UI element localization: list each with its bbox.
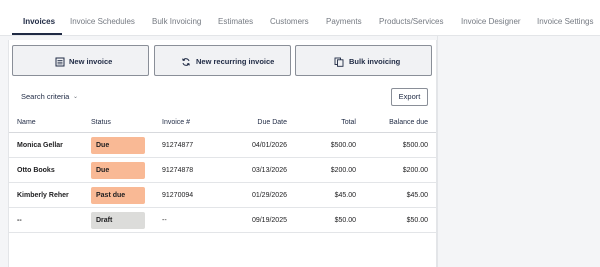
status-badge: Due: [91, 137, 145, 154]
total-amount: $200.00: [330, 167, 356, 174]
panel-divider: [437, 36, 438, 267]
due-date: 01/29/2026: [251, 192, 287, 199]
column-header-total[interactable]: Total: [341, 119, 356, 126]
column-header-balance-due[interactable]: Balance due: [389, 119, 428, 126]
balance-due: $45.00: [406, 192, 428, 199]
recurring-icon: [182, 58, 190, 66]
new-invoice-label: New invoice: [69, 57, 113, 66]
column-header-name[interactable]: Name: [17, 119, 36, 126]
customer-name[interactable]: Monica Gellar: [17, 142, 63, 149]
total-amount: $50.00: [334, 217, 356, 224]
bulk-invoicing-label: Bulk invoicing: [349, 57, 401, 66]
status-badge: Due: [91, 162, 145, 179]
table-row[interactable]: Otto Books Due 91274878 03/13/2026 $200.…: [9, 158, 436, 183]
search-criteria-dropdown[interactable]: Search criteria: [21, 92, 69, 101]
status-badge: Draft: [91, 212, 145, 229]
total-amount: $500.00: [330, 142, 356, 149]
tab-bulk-invoicing[interactable]: Bulk Invoicing: [152, 17, 201, 26]
tab-bar: Invoices Invoice Schedules Bulk Invoicin…: [0, 0, 600, 36]
due-date: 03/13/2026: [251, 167, 287, 174]
new-recurring-invoice-label: New recurring invoice: [196, 57, 275, 66]
total-amount: $45.00: [334, 192, 356, 199]
invoice-number[interactable]: 91274877: [162, 142, 193, 149]
table-row[interactable]: Monica Gellar Due 91274877 04/01/2026 $5…: [9, 133, 436, 158]
status-badge: Past due: [91, 187, 145, 204]
invoice-number[interactable]: --: [162, 217, 167, 224]
export-button[interactable]: Export: [391, 88, 428, 106]
table-row[interactable]: Kimberly Reher Past due 91270094 01/29/2…: [9, 183, 436, 208]
column-header-invoice-number[interactable]: Invoice #: [162, 119, 190, 126]
balance-due: $500.00: [402, 142, 428, 149]
customer-name[interactable]: Kimberly Reher: [17, 192, 69, 199]
due-date: 04/01/2026: [251, 142, 287, 149]
invoice-number[interactable]: 91270094: [162, 192, 193, 199]
tab-invoice-settings[interactable]: Invoice Settings: [537, 17, 593, 26]
due-date: 09/19/2025: [251, 217, 287, 224]
tab-customers[interactable]: Customers: [270, 17, 309, 26]
new-invoice-button[interactable]: New invoice: [12, 45, 149, 76]
table-row[interactable]: -- Draft -- 09/19/2025 $50.00 $50.00: [9, 208, 436, 233]
chevron-down-icon[interactable]: ⌄: [73, 93, 78, 100]
column-header-due-date[interactable]: Due Date: [257, 119, 287, 126]
invoice-number[interactable]: 91274878: [162, 167, 193, 174]
tab-invoice-schedules[interactable]: Invoice Schedules: [70, 17, 135, 26]
new-recurring-invoice-button[interactable]: New recurring invoice: [154, 45, 291, 76]
copy-documents-icon: [334, 57, 344, 67]
tab-products-services[interactable]: Products/Services: [379, 17, 443, 26]
tab-payments[interactable]: Payments: [326, 17, 362, 26]
tab-invoice-designer[interactable]: Invoice Designer: [461, 17, 521, 26]
active-tab-indicator: [12, 33, 62, 35]
invoice-list-icon: [55, 57, 65, 67]
customer-name[interactable]: --: [17, 217, 22, 224]
column-header-status[interactable]: Status: [91, 119, 111, 126]
tab-invoices[interactable]: Invoices: [23, 17, 55, 26]
tab-estimates[interactable]: Estimates: [218, 17, 253, 26]
customer-name[interactable]: Otto Books: [17, 167, 55, 174]
balance-due: $200.00: [402, 167, 428, 174]
balance-due: $50.00: [406, 217, 428, 224]
bulk-invoicing-button[interactable]: Bulk invoicing: [295, 45, 432, 76]
